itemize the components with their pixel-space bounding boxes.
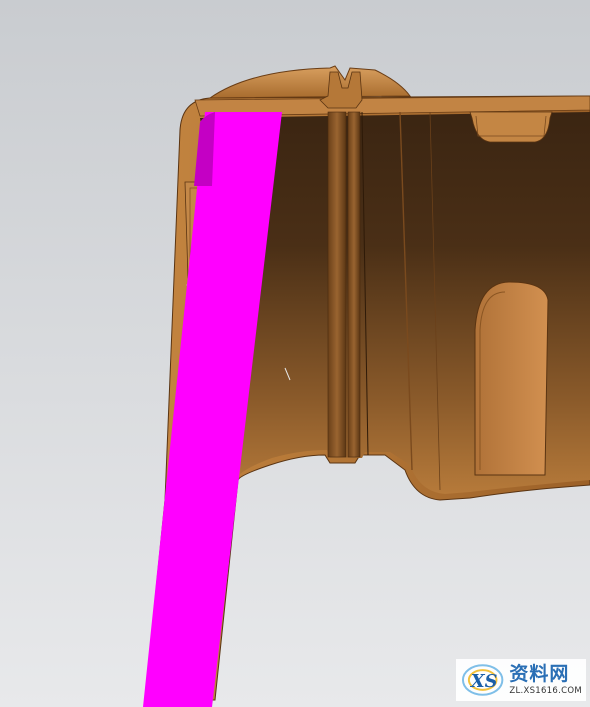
part-window-slot (474, 281, 549, 476)
xs-logo-icon: XS (461, 664, 504, 696)
part-rib-left (327, 111, 347, 458)
watermark-url: ZL.XS1616.COM (509, 685, 582, 696)
cad-viewport[interactable] (0, 0, 590, 707)
model-canvas (0, 0, 590, 707)
part-rib-right (347, 111, 361, 458)
part-top-tab (469, 111, 553, 143)
xs-logo-letters: XS (470, 671, 498, 692)
watermark-title: 资料网 (509, 662, 570, 685)
watermark: XS 资料网 ZL.XS1616.COM (456, 659, 586, 701)
